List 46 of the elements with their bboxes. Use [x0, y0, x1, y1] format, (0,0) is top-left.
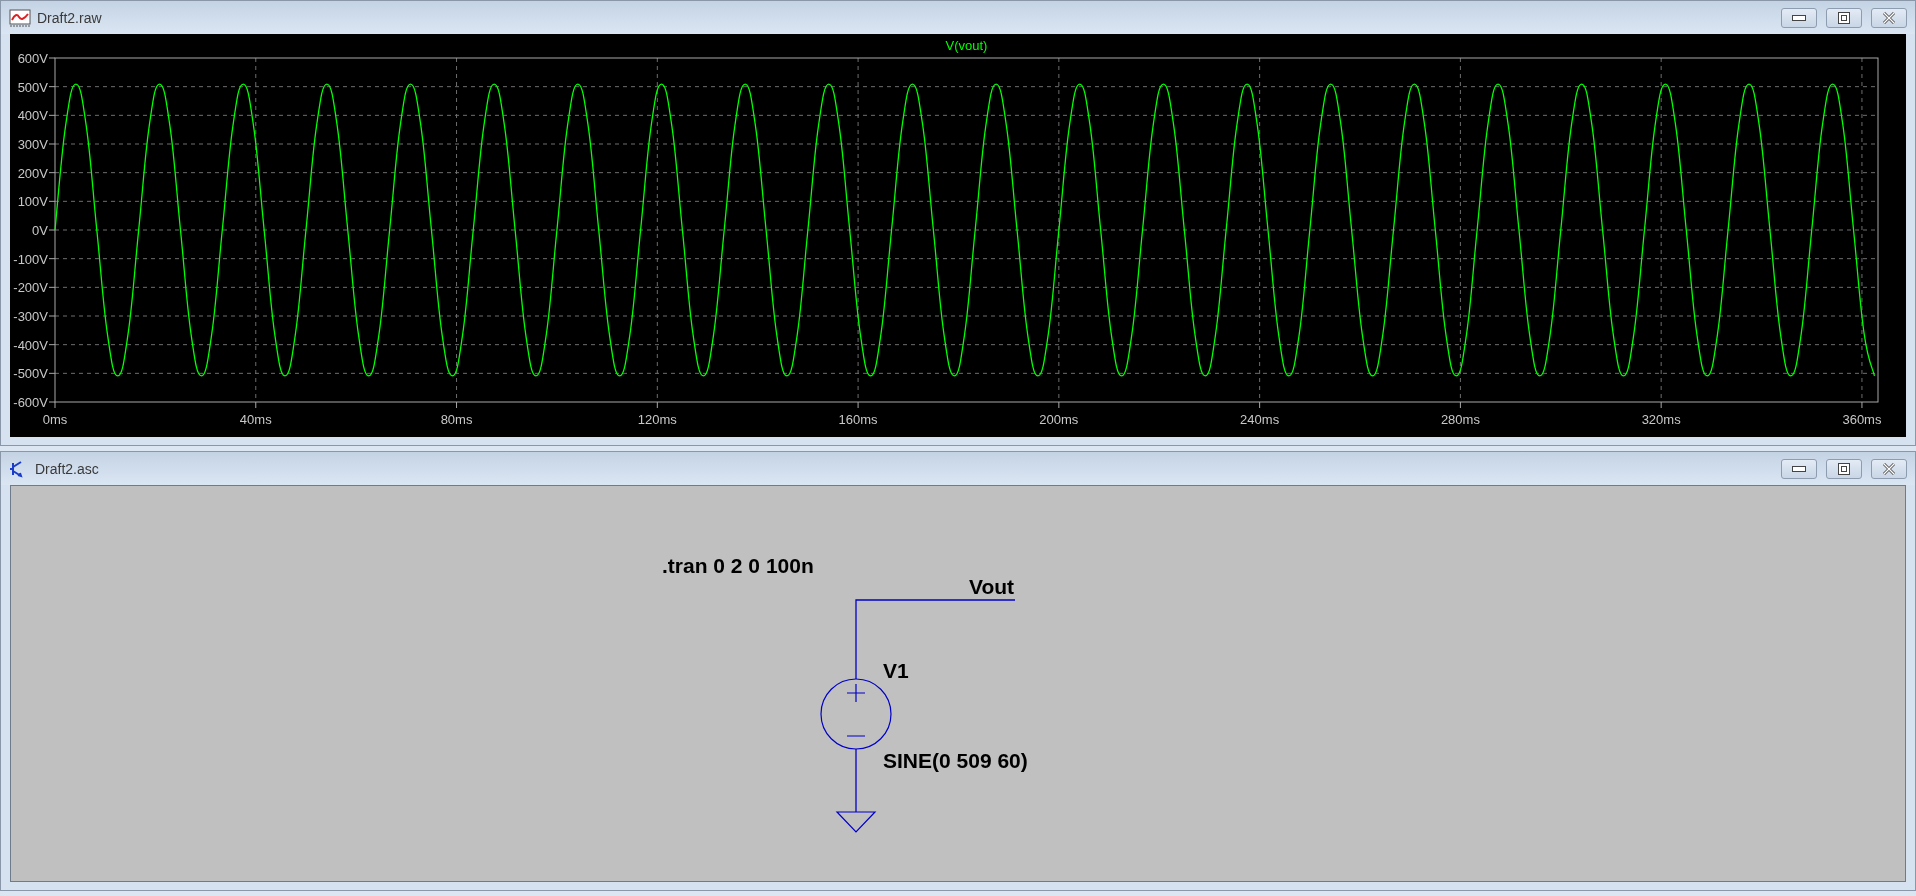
net-label: Vout: [969, 575, 1015, 598]
spice-directive: .tran 0 2 0 100n: [662, 554, 814, 577]
waveform-app-icon: [9, 8, 31, 27]
y-axis-label: -200V: [13, 280, 48, 296]
minimize-button[interactable]: [1781, 458, 1817, 479]
wire: [855, 748, 857, 813]
close-icon: [1882, 462, 1896, 475]
component-name: V1: [883, 659, 909, 682]
x-axis-label: 320ms: [1641, 412, 1681, 427]
x-axis-label: 160ms: [838, 412, 878, 427]
close-icon: [1882, 11, 1896, 24]
x-axis-label: 120ms: [637, 412, 677, 427]
x-axis-label: 360ms: [1842, 412, 1882, 427]
x-axis-label: 200ms: [1039, 412, 1079, 427]
window-title: Draft2.raw: [37, 9, 103, 26]
x-axis-label: 240ms: [1240, 412, 1280, 427]
x-axis-label: 40ms: [239, 412, 272, 427]
ground-symbol: [835, 811, 877, 833]
component-value: SINE(0 509 60): [883, 749, 1028, 772]
y-axis-label: 600V: [17, 51, 48, 66]
voltage-source-symbol: [820, 678, 892, 750]
window-title: Draft2.asc: [35, 460, 100, 477]
x-axis-label: 80ms: [440, 412, 473, 427]
maximize-button[interactable]: [1826, 7, 1862, 28]
y-axis-label: 200V: [17, 165, 48, 181]
maximize-icon: [1838, 462, 1850, 475]
close-button[interactable]: [1871, 458, 1907, 479]
y-axis-label: 0V: [32, 223, 48, 238]
y-axis-label: -400V: [13, 337, 48, 353]
maximize-icon: [1838, 11, 1850, 24]
minimize-icon: [1792, 14, 1806, 21]
y-axis-label: -600V: [13, 395, 48, 410]
y-axis-label: 400V: [17, 108, 48, 124]
x-axis-label: 280ms: [1440, 412, 1480, 427]
x-axis-label: 0ms: [42, 412, 68, 427]
minimize-button[interactable]: [1781, 7, 1817, 28]
maximize-button[interactable]: [1826, 458, 1862, 479]
close-button[interactable]: [1871, 7, 1907, 28]
y-axis-label: -100V: [13, 251, 48, 267]
y-axis-label: 500V: [17, 79, 48, 95]
y-axis-label: -300V: [13, 309, 48, 324]
trace-label: V(vout): [945, 38, 988, 53]
minimize-icon: [1792, 465, 1806, 472]
y-axis-label: 100V: [17, 194, 48, 210]
y-axis-label: 300V: [17, 137, 48, 152]
y-axis-label: -500V: [13, 366, 48, 382]
